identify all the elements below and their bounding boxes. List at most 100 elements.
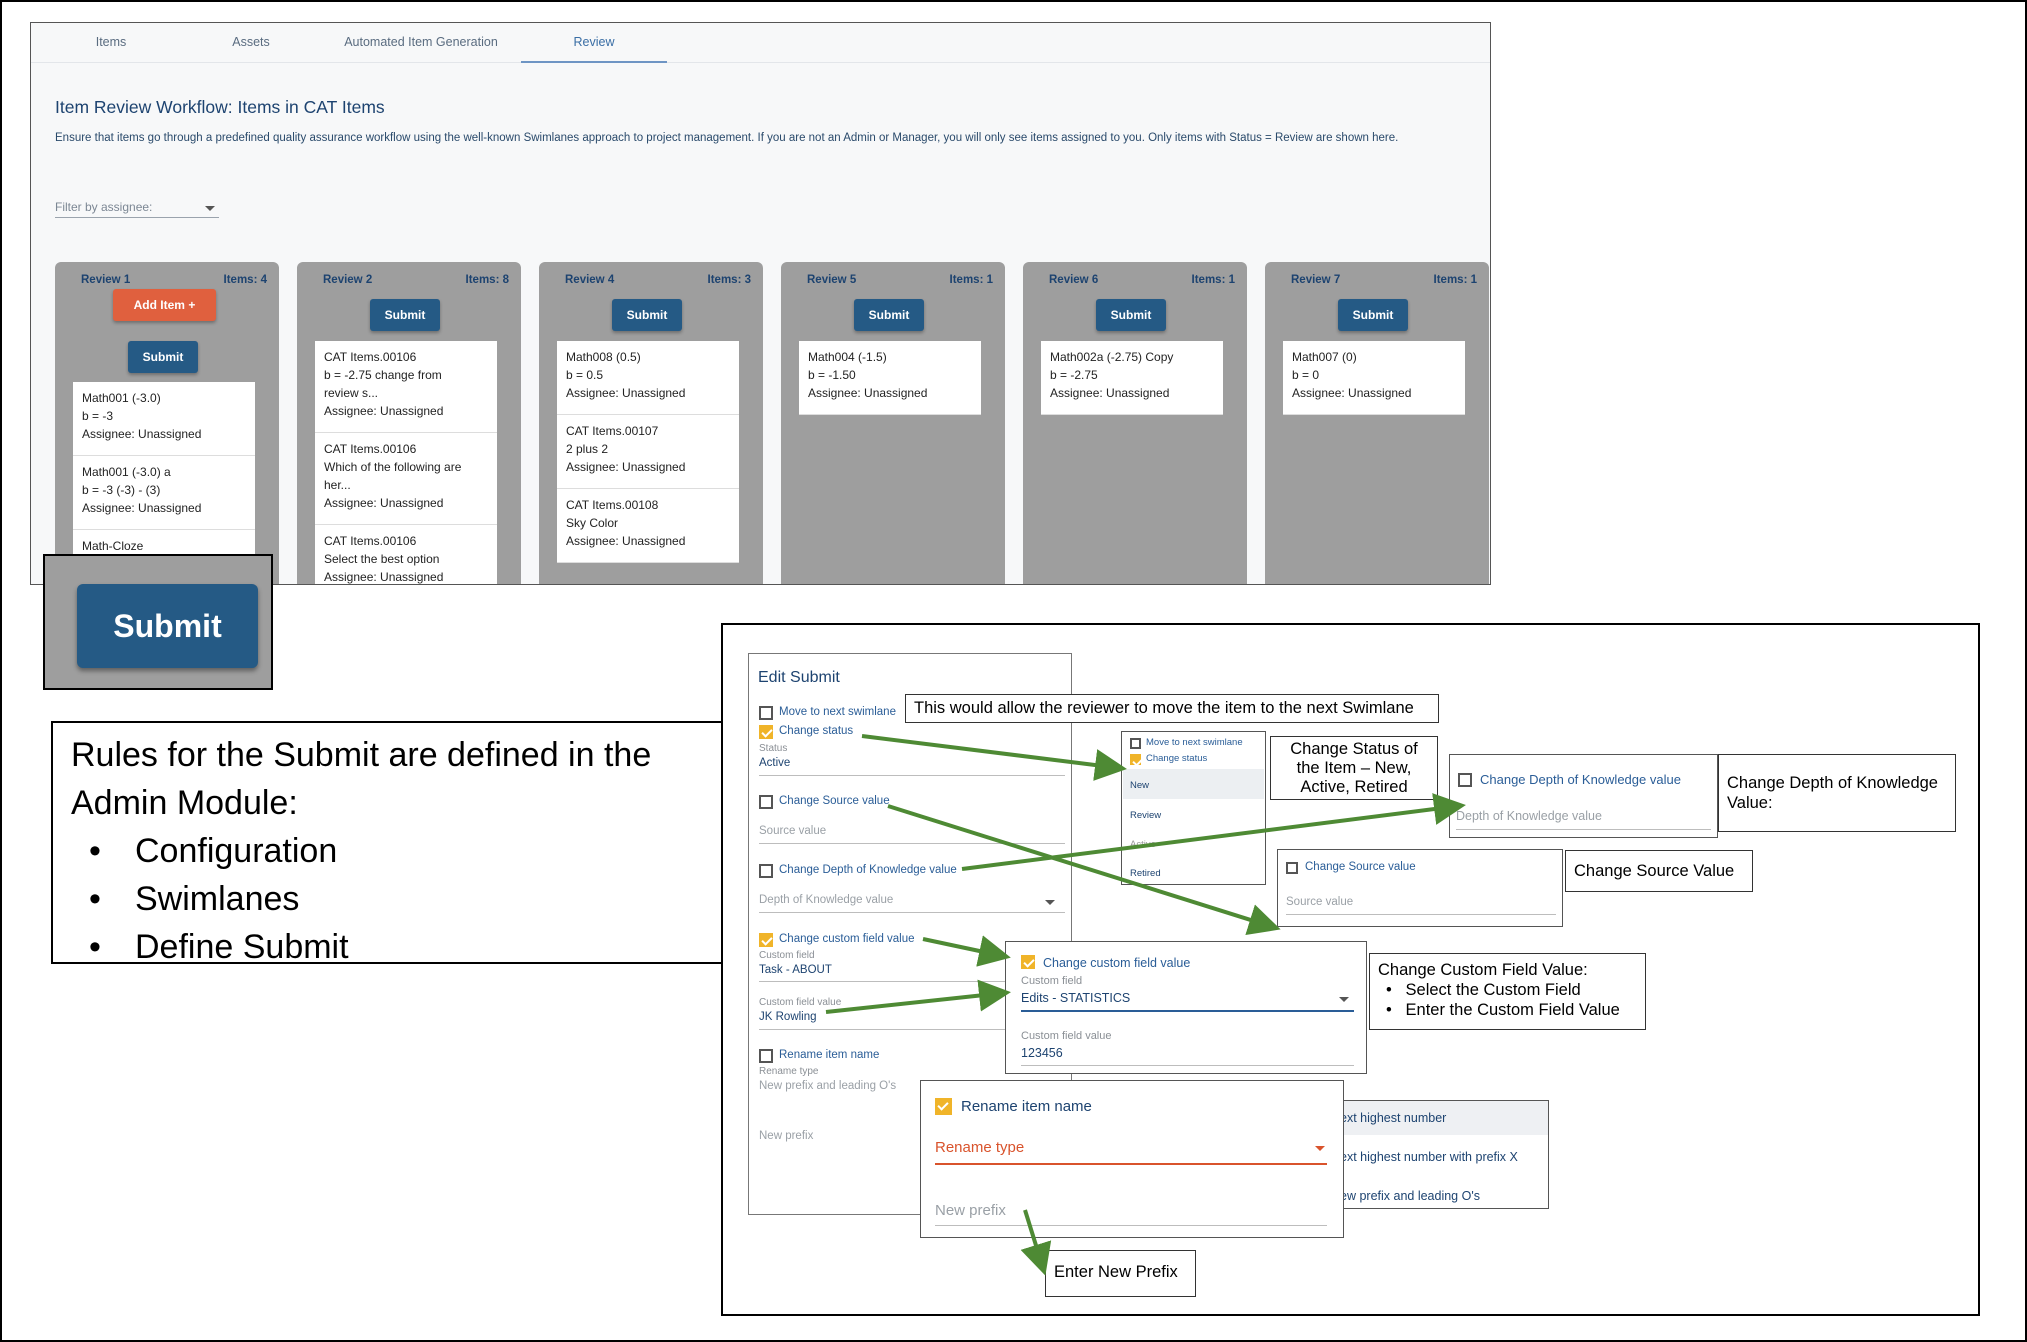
move-next-checkbox[interactable] <box>1130 738 1141 749</box>
status-option[interactable]: Review <box>1130 810 1161 821</box>
callout-custom-item: • Enter the Custom Field Value <box>1386 1001 1620 1019</box>
rename-option[interactable]: ext highest number <box>1340 1111 1446 1125</box>
source-input[interactable]: Source value <box>759 825 826 837</box>
item-card[interactable]: CAT Items.00106 b = -2.75 change from revi… <box>315 341 497 433</box>
big-submit-button[interactable]: Submit <box>77 584 258 668</box>
tab-aig[interactable]: Automated Item Generation <box>331 23 511 63</box>
card-line: Math004 (-1.5) <box>808 350 887 364</box>
rules-heading: Rules for the Submit are defined in the … <box>71 736 652 822</box>
change-custom-label: Change custom field value <box>779 933 915 945</box>
new-prefix-input[interactable]: New prefix <box>935 1202 1006 1219</box>
change-custom-checkbox[interactable] <box>1021 955 1035 969</box>
card-line: Assignee: Unassigned <box>566 386 686 400</box>
callout-dok: Change Depth of Knowledge Value: <box>1718 754 1956 832</box>
lane-header: Review 7 Items: 1 <box>1291 274 1477 286</box>
item-card[interactable]: Math002a (-2.75) Copy b = -2.75 Assignee: … <box>1041 341 1223 415</box>
item-card[interactable]: Math008 (0.5) b = 0.5 Assignee: Unassigned <box>557 341 739 415</box>
submit-button[interactable]: Submit <box>854 299 924 331</box>
submit-button[interactable]: Submit <box>1096 299 1166 331</box>
callout-custom-item-text: Enter the Custom Field Value <box>1405 1001 1620 1019</box>
callout-custom-item: • Select the Custom Field <box>1386 981 1581 999</box>
card-line: Math008 (0.5) <box>566 350 641 364</box>
change-dok-checkbox[interactable] <box>759 864 773 878</box>
rename-checkbox[interactable] <box>935 1098 952 1115</box>
rules-item: Swimlanes <box>71 875 704 923</box>
custom-value-input[interactable]: 123456 <box>1021 1046 1063 1060</box>
chevron-down-icon <box>1045 900 1055 905</box>
item-card[interactable]: CAT Items.00108 Sky Color Assignee: Unassi… <box>557 489 739 563</box>
custom-field-underline <box>1021 1010 1354 1012</box>
card-line: CAT Items.00106 <box>324 534 417 548</box>
callout-custom-item-text: Select the Custom Field <box>1405 981 1581 999</box>
custom-field-select[interactable]: Edits - STATISTICS <box>1021 991 1130 1005</box>
assignee-filter[interactable]: Filter by assignee: <box>55 196 219 218</box>
rename-type-select[interactable]: Rename type <box>935 1139 1024 1156</box>
card-line: Select the best option <box>324 552 440 566</box>
lane-header: Review 6 Items: 1 <box>1049 274 1235 286</box>
card-line: CAT Items.00107 <box>566 424 659 438</box>
rename-popup: Rename item name Rename type New prefix <box>920 1080 1344 1238</box>
rules-list: Configuration Swimlanes Define Submit <box>71 827 704 971</box>
card-line: Math001 (-3.0) a <box>82 465 171 479</box>
status-option[interactable]: Retired <box>1130 868 1161 879</box>
status-option[interactable]: Active <box>1130 839 1156 850</box>
submit-button[interactable]: Submit <box>128 341 198 373</box>
move-next-label: Move to next swimlane <box>1146 737 1243 748</box>
tab-items[interactable]: Items <box>56 23 166 63</box>
card-line: CAT Items.00106 <box>324 442 417 456</box>
submit-button[interactable]: Submit <box>370 299 440 331</box>
swimlane-review-1: Review 1 Items: 4 Add Item + Submit Math0… <box>55 262 279 584</box>
source-popup: Change Source value Source value <box>1277 849 1563 927</box>
change-status-checkbox[interactable] <box>1130 754 1141 765</box>
card-line: Math002a (-2.75) Copy <box>1050 350 1174 364</box>
rename-option[interactable]: ext highest number with prefix X <box>1340 1150 1518 1164</box>
move-next-checkbox[interactable] <box>759 706 773 720</box>
custom-value-input[interactable]: JK Rowling <box>759 1011 817 1023</box>
status-option[interactable]: New <box>1130 780 1149 791</box>
card-line: Assignee: Unassigned <box>1292 386 1412 400</box>
change-dok-label: Change Depth of Knowledge value <box>779 864 957 876</box>
change-dok-label: Change Depth of Knowledge value <box>1480 772 1681 787</box>
filter-placeholder: Filter by assignee: <box>55 200 153 214</box>
submit-button[interactable]: Submit <box>612 299 682 331</box>
new-prefix-underline <box>935 1225 1327 1226</box>
edit-submit-title: Edit Submit <box>758 669 840 686</box>
card-line: b = -2.75 change from <box>324 368 442 382</box>
dok-input[interactable]: Depth of Knowledge value <box>1456 809 1602 823</box>
item-card[interactable]: Math001 (-3.0) a b = -3 (-3) - (3) Assigne… <box>73 456 255 530</box>
item-card[interactable]: CAT Items.00106 Select the best option Ass… <box>315 525 497 584</box>
card-line: Which of the following are <box>324 460 462 474</box>
card-line: Assignee: Unassigned <box>82 427 202 441</box>
rename-type-select[interactable]: New prefix and leading O's <box>759 1080 896 1092</box>
item-card[interactable]: Math001 (-3.0) b = -3 Assignee: Unassigned <box>73 382 255 456</box>
rename-type-underline <box>935 1163 1327 1165</box>
rename-checkbox[interactable] <box>759 1049 773 1063</box>
item-card[interactable]: Math004 (-1.5) b = -1.50 Assignee: Unassig… <box>799 341 981 415</box>
change-custom-checkbox[interactable] <box>759 933 773 947</box>
change-status-checkbox[interactable] <box>759 725 773 739</box>
rules-box: Rules for the Submit are defined in the … <box>51 721 724 971</box>
rename-option[interactable]: ew prefix and leading O's <box>1340 1189 1480 1203</box>
lane-count: Items: 4 <box>223 274 267 286</box>
dok-select[interactable]: Depth of Knowledge value <box>759 894 893 906</box>
tab-review[interactable]: Review <box>521 23 667 63</box>
add-item-button[interactable]: Add Item + <box>113 289 216 321</box>
new-prefix-input[interactable]: New prefix <box>759 1130 813 1142</box>
change-source-checkbox[interactable] <box>759 795 773 809</box>
tab-assets[interactable]: Assets <box>196 23 306 63</box>
change-dok-checkbox[interactable] <box>1458 773 1472 787</box>
change-source-checkbox[interactable] <box>1286 862 1298 874</box>
submit-button[interactable]: Submit <box>1338 299 1408 331</box>
item-card[interactable]: CAT Items.00106 Which of the following ar… <box>315 433 497 525</box>
item-card[interactable]: Math007 (0) b = 0 Assignee: Unassigned <box>1283 341 1465 415</box>
lane-header: Review 5 Items: 1 <box>807 274 993 286</box>
callout-custom-field: Change Custom Field Value: • Select the … <box>1369 953 1646 1030</box>
custom-field-value[interactable]: Task - ABOUT <box>759 964 832 976</box>
source-input[interactable]: Source value <box>1286 896 1353 908</box>
lane-header: Review 4 Items: 3 <box>565 274 751 286</box>
custom-value-sublabel: Custom field value <box>759 997 842 1008</box>
item-card[interactable]: CAT Items.00107 2 plus 2 Assignee: Unassig… <box>557 415 739 489</box>
rules-item: Configuration <box>71 827 704 875</box>
status-value[interactable]: Active <box>759 757 790 769</box>
card-line: Assignee: Unassigned <box>324 404 444 418</box>
